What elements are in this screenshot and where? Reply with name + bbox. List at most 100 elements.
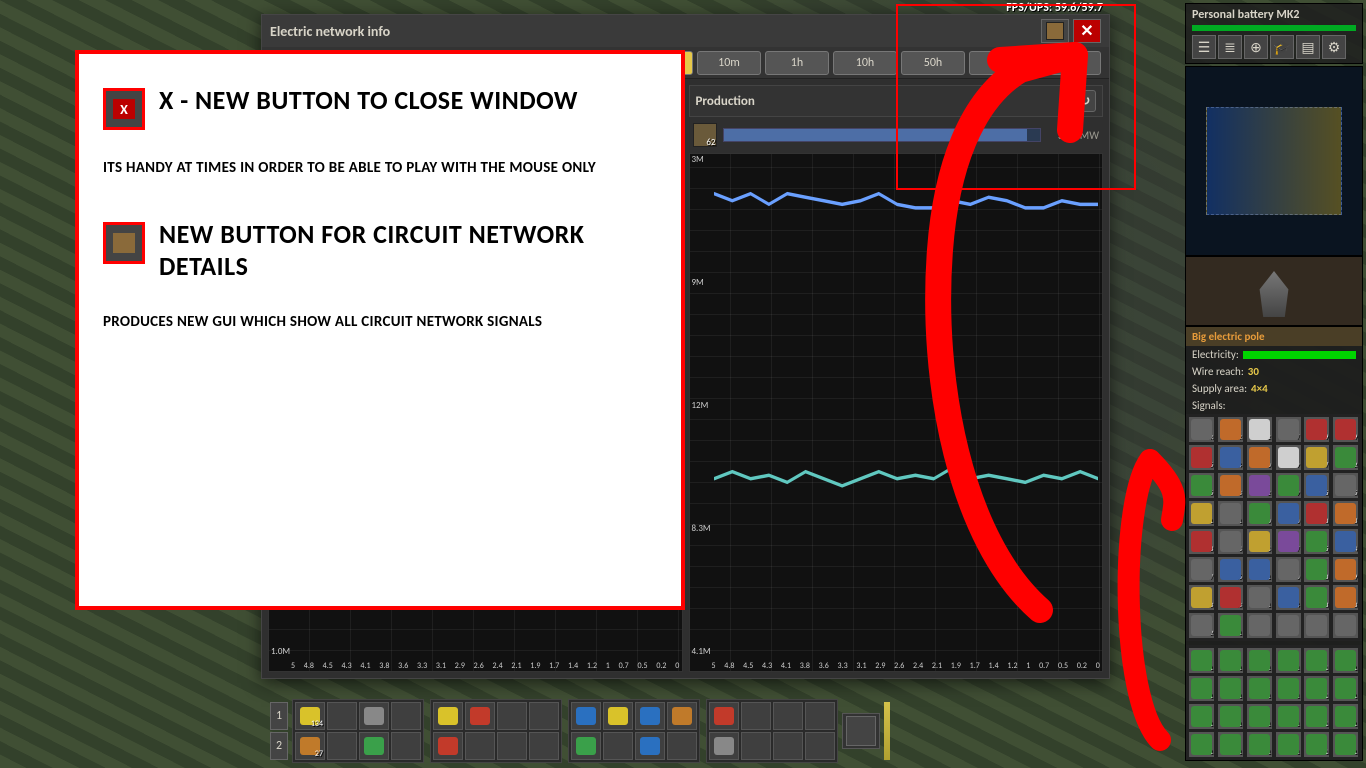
quickbar-slot[interactable] [571,732,601,760]
quickbar-slot[interactable] [805,732,835,760]
quickbar-slot[interactable] [667,732,697,760]
signal-slot[interactable]: -1 [1303,675,1330,702]
signal-slot[interactable]: 219 [1332,416,1359,443]
signal-slot[interactable]: 20 [1303,556,1330,583]
signal-slot[interactable]: -1 [1275,731,1302,758]
signal-slot[interactable]: 26 [1217,556,1244,583]
signal-slot[interactable]: 75 [1188,472,1215,499]
quickbar-slot[interactable] [465,732,495,760]
quickbar-slot[interactable] [391,702,421,730]
quickbar-slot[interactable] [667,702,697,730]
menu-button[interactable]: ☰ [1192,35,1216,59]
signal-slot[interactable]: 19 [1332,556,1359,583]
signal-slot[interactable]: 55 [1332,472,1359,499]
signal-slot[interactable]: 73 [1217,472,1244,499]
quickbar-slot[interactable] [635,702,665,730]
quickbar-slot[interactable] [805,702,835,730]
quickbar-slot[interactable] [359,732,389,760]
signal-slot[interactable]: 48 [1246,528,1273,555]
signal-slot[interactable]: 56 [1303,472,1330,499]
signal-slot[interactable]: -1 [1246,675,1273,702]
quickbar-slot[interactable] [497,702,527,730]
time-tab-50h[interactable]: 50h [901,51,965,75]
quickbar-slot[interactable] [571,702,601,730]
layers-button[interactable]: ▤ [1296,35,1320,59]
quickbar-slot[interactable] [741,732,771,760]
signal-slot[interactable]: 44 [1332,528,1359,555]
time-tab-1h[interactable]: 1h [765,51,829,75]
book-button[interactable]: 🎓 [1270,35,1294,59]
reset-button[interactable]: ↻ [1074,90,1096,112]
quickbar-slot[interactable] [497,732,527,760]
signal-slot[interactable]: 48 [1217,528,1244,555]
quickbar-slot[interactable] [709,732,739,760]
signal-slot[interactable] [1303,612,1330,639]
signal-slot[interactable]: 51 [1217,500,1244,527]
gear-button[interactable]: ⚙ [1322,35,1346,59]
minimap[interactable] [1185,66,1363,256]
quickbar-slot[interactable] [433,702,463,730]
signal-slot[interactable]: 309 [1303,416,1330,443]
signal-slot[interactable]: 45 [1303,528,1330,555]
quickbar-slot[interactable]: 27 [295,732,325,760]
signal-slot[interactable]: -1 [1188,703,1215,730]
quickbar-slot[interactable] [741,702,771,730]
signal-slot[interactable]: 3 [1332,584,1359,611]
signal-slot[interactable]: 2 [1188,612,1215,639]
signal-slot[interactable]: -1 [1246,731,1273,758]
armor-slot[interactable] [846,716,876,746]
signal-slot[interactable]: 13 [1217,584,1244,611]
signal-slot[interactable]: 20 [1275,556,1302,583]
signal-slot[interactable]: 100 [1246,444,1273,471]
list-button[interactable]: ≣ [1218,35,1242,59]
signal-slot[interactable]: 16k [1188,416,1215,443]
quickbar-slot[interactable] [327,732,357,760]
plus-button[interactable]: ⊕ [1244,35,1268,59]
signal-slot[interactable]: 37 [1188,556,1215,583]
signal-slot[interactable]: 4 [1275,584,1302,611]
signal-slot[interactable]: -1 [1188,675,1215,702]
signal-slot[interactable]: -1 [1332,731,1359,758]
signal-slot[interactable]: 48 [1188,528,1215,555]
signal-slot[interactable]: -1 [1217,675,1244,702]
signal-slot[interactable]: 11 [1246,584,1273,611]
signal-slot[interactable] [1332,612,1359,639]
signal-slot[interactable]: -1 [1217,731,1244,758]
quickbar-slot[interactable] [465,702,495,730]
signal-slot[interactable]: 1 [1217,612,1244,639]
signal-slot[interactable]: -1 [1217,703,1244,730]
window-titlebar[interactable]: Electric network info ✕ [262,15,1109,47]
signal-slot[interactable]: 134 [1217,444,1244,471]
signal-slot[interactable]: 72 [1246,472,1273,499]
quickbar-slot[interactable] [433,732,463,760]
time-tab-10h[interactable]: 10h [833,51,897,75]
signal-slot[interactable]: 99 [1275,444,1302,471]
signal-slot[interactable]: 48 [1332,500,1359,527]
signal-slot[interactable]: -1 [1275,703,1302,730]
signal-slot[interactable]: 205 [1188,444,1215,471]
signal-slot[interactable]: -1 [1332,675,1359,702]
quickbar-slot[interactable] [603,702,633,730]
signal-slot[interactable]: 21 [1246,556,1273,583]
quickbar-slot[interactable] [327,702,357,730]
signal-slot[interactable]: -1 [1246,647,1273,674]
signal-slot[interactable]: -1 [1303,647,1330,674]
signal-slot[interactable]: 3 [1303,584,1330,611]
quickbar-slot[interactable] [529,732,559,760]
signal-slot[interactable]: 87 [1303,444,1330,471]
time-tab-250h[interactable]: 250h [969,51,1033,75]
close-window-button[interactable]: ✕ [1073,19,1101,43]
signal-slot[interactable]: -1 [1303,703,1330,730]
signal-slot[interactable]: -1 [1188,647,1215,674]
time-tab-1000h[interactable]: 1000h [1037,51,1101,75]
signal-slot[interactable]: -1 [1332,703,1359,730]
signal-slot[interactable]: 51 [1188,500,1215,527]
signal-slot[interactable]: -1 [1217,647,1244,674]
time-tab-10m[interactable]: 10m [697,51,761,75]
quickbar-slot[interactable] [773,702,803,730]
signal-slot[interactable]: 50 [1275,500,1302,527]
signal-slot[interactable]: -1 [1188,731,1215,758]
signal-slot[interactable]: -1 [1332,647,1359,674]
quickbar-slot[interactable] [359,702,389,730]
signal-slot[interactable] [1246,612,1273,639]
